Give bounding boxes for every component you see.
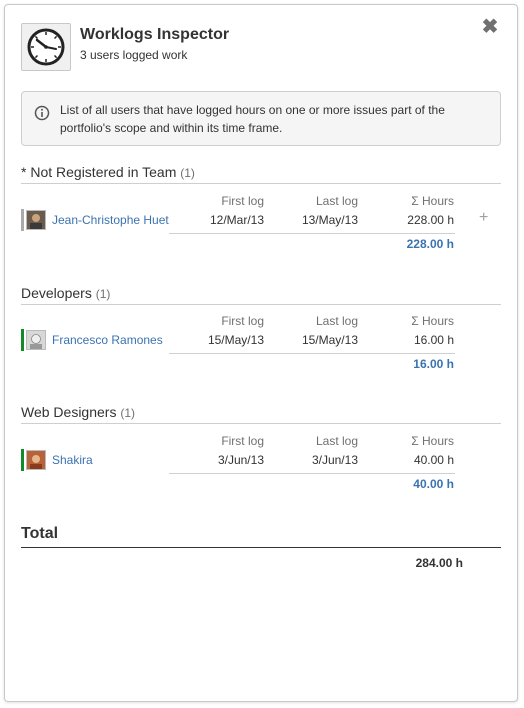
user-link[interactable]: Jean-Christophe Huet: [52, 213, 169, 227]
col-header-last-log: Last log: [315, 434, 358, 448]
group-title: Developers: [21, 285, 92, 301]
avatar: [26, 330, 46, 350]
group-subtotal: 40.00 h: [413, 477, 454, 491]
col-header-first-log: First log: [221, 194, 264, 208]
user-status-bar: [21, 209, 24, 231]
col-header-last-log: Last log: [315, 194, 358, 208]
add-button[interactable]: +: [479, 209, 488, 227]
group-count: (1): [180, 166, 195, 180]
user-status-bar: [21, 329, 24, 351]
close-button[interactable]: ✖: [481, 17, 499, 37]
dialog-title: Worklogs Inspector: [80, 26, 230, 43]
first-log-value: 3/Jun/13: [217, 453, 264, 467]
group-subtotal: 16.00 h: [413, 357, 454, 371]
info-icon: [34, 105, 50, 124]
group-header-not-registered: * Not Registered in Team (1): [21, 164, 501, 184]
row-divider: [169, 473, 455, 474]
avatar: [26, 450, 46, 470]
first-log-value: 12/Mar/13: [209, 213, 264, 227]
last-log-value: 3/Jun/13: [311, 453, 358, 467]
group-header-developers: Developers (1): [21, 285, 501, 305]
group-title: * Not Registered in Team: [21, 164, 177, 180]
info-text: List of all users that have logged hours…: [60, 103, 445, 135]
last-log-value: 15/May/13: [301, 333, 358, 347]
col-header-hours: Σ Hours: [411, 314, 454, 328]
clock-icon: [21, 23, 71, 71]
total-value: 284.00 h: [415, 556, 463, 570]
col-header-last-log: Last log: [315, 314, 358, 328]
last-log-value: 13/May/13: [301, 213, 358, 227]
col-header-hours: Σ Hours: [411, 434, 454, 448]
hours-value: 16.00 h: [413, 333, 454, 347]
col-header-first-log: First log: [221, 314, 264, 328]
col-header-first-log: First log: [221, 434, 264, 448]
hours-value: 228.00 h: [407, 213, 454, 227]
info-message: List of all users that have logged hours…: [21, 91, 501, 146]
group-header-web-designers: Web Designers (1): [21, 404, 501, 424]
group-subtotal: 228.00 h: [406, 237, 454, 251]
user-status-bar: [21, 449, 24, 471]
user-link[interactable]: Shakira: [52, 453, 93, 467]
avatar: [26, 210, 46, 230]
dialog-subtitle: 3 users logged work: [80, 48, 188, 62]
group-count: (1): [120, 406, 136, 420]
group-title: Web Designers: [21, 404, 117, 420]
col-header-hours: Σ Hours: [411, 194, 454, 208]
first-log-value: 15/May/13: [207, 333, 264, 347]
total-heading: Total: [21, 525, 501, 548]
hours-value: 40.00 h: [413, 453, 454, 467]
user-link[interactable]: Francesco Ramones: [52, 333, 163, 347]
row-divider: [169, 353, 455, 354]
row-divider: [169, 233, 455, 234]
group-count: (1): [95, 287, 111, 301]
